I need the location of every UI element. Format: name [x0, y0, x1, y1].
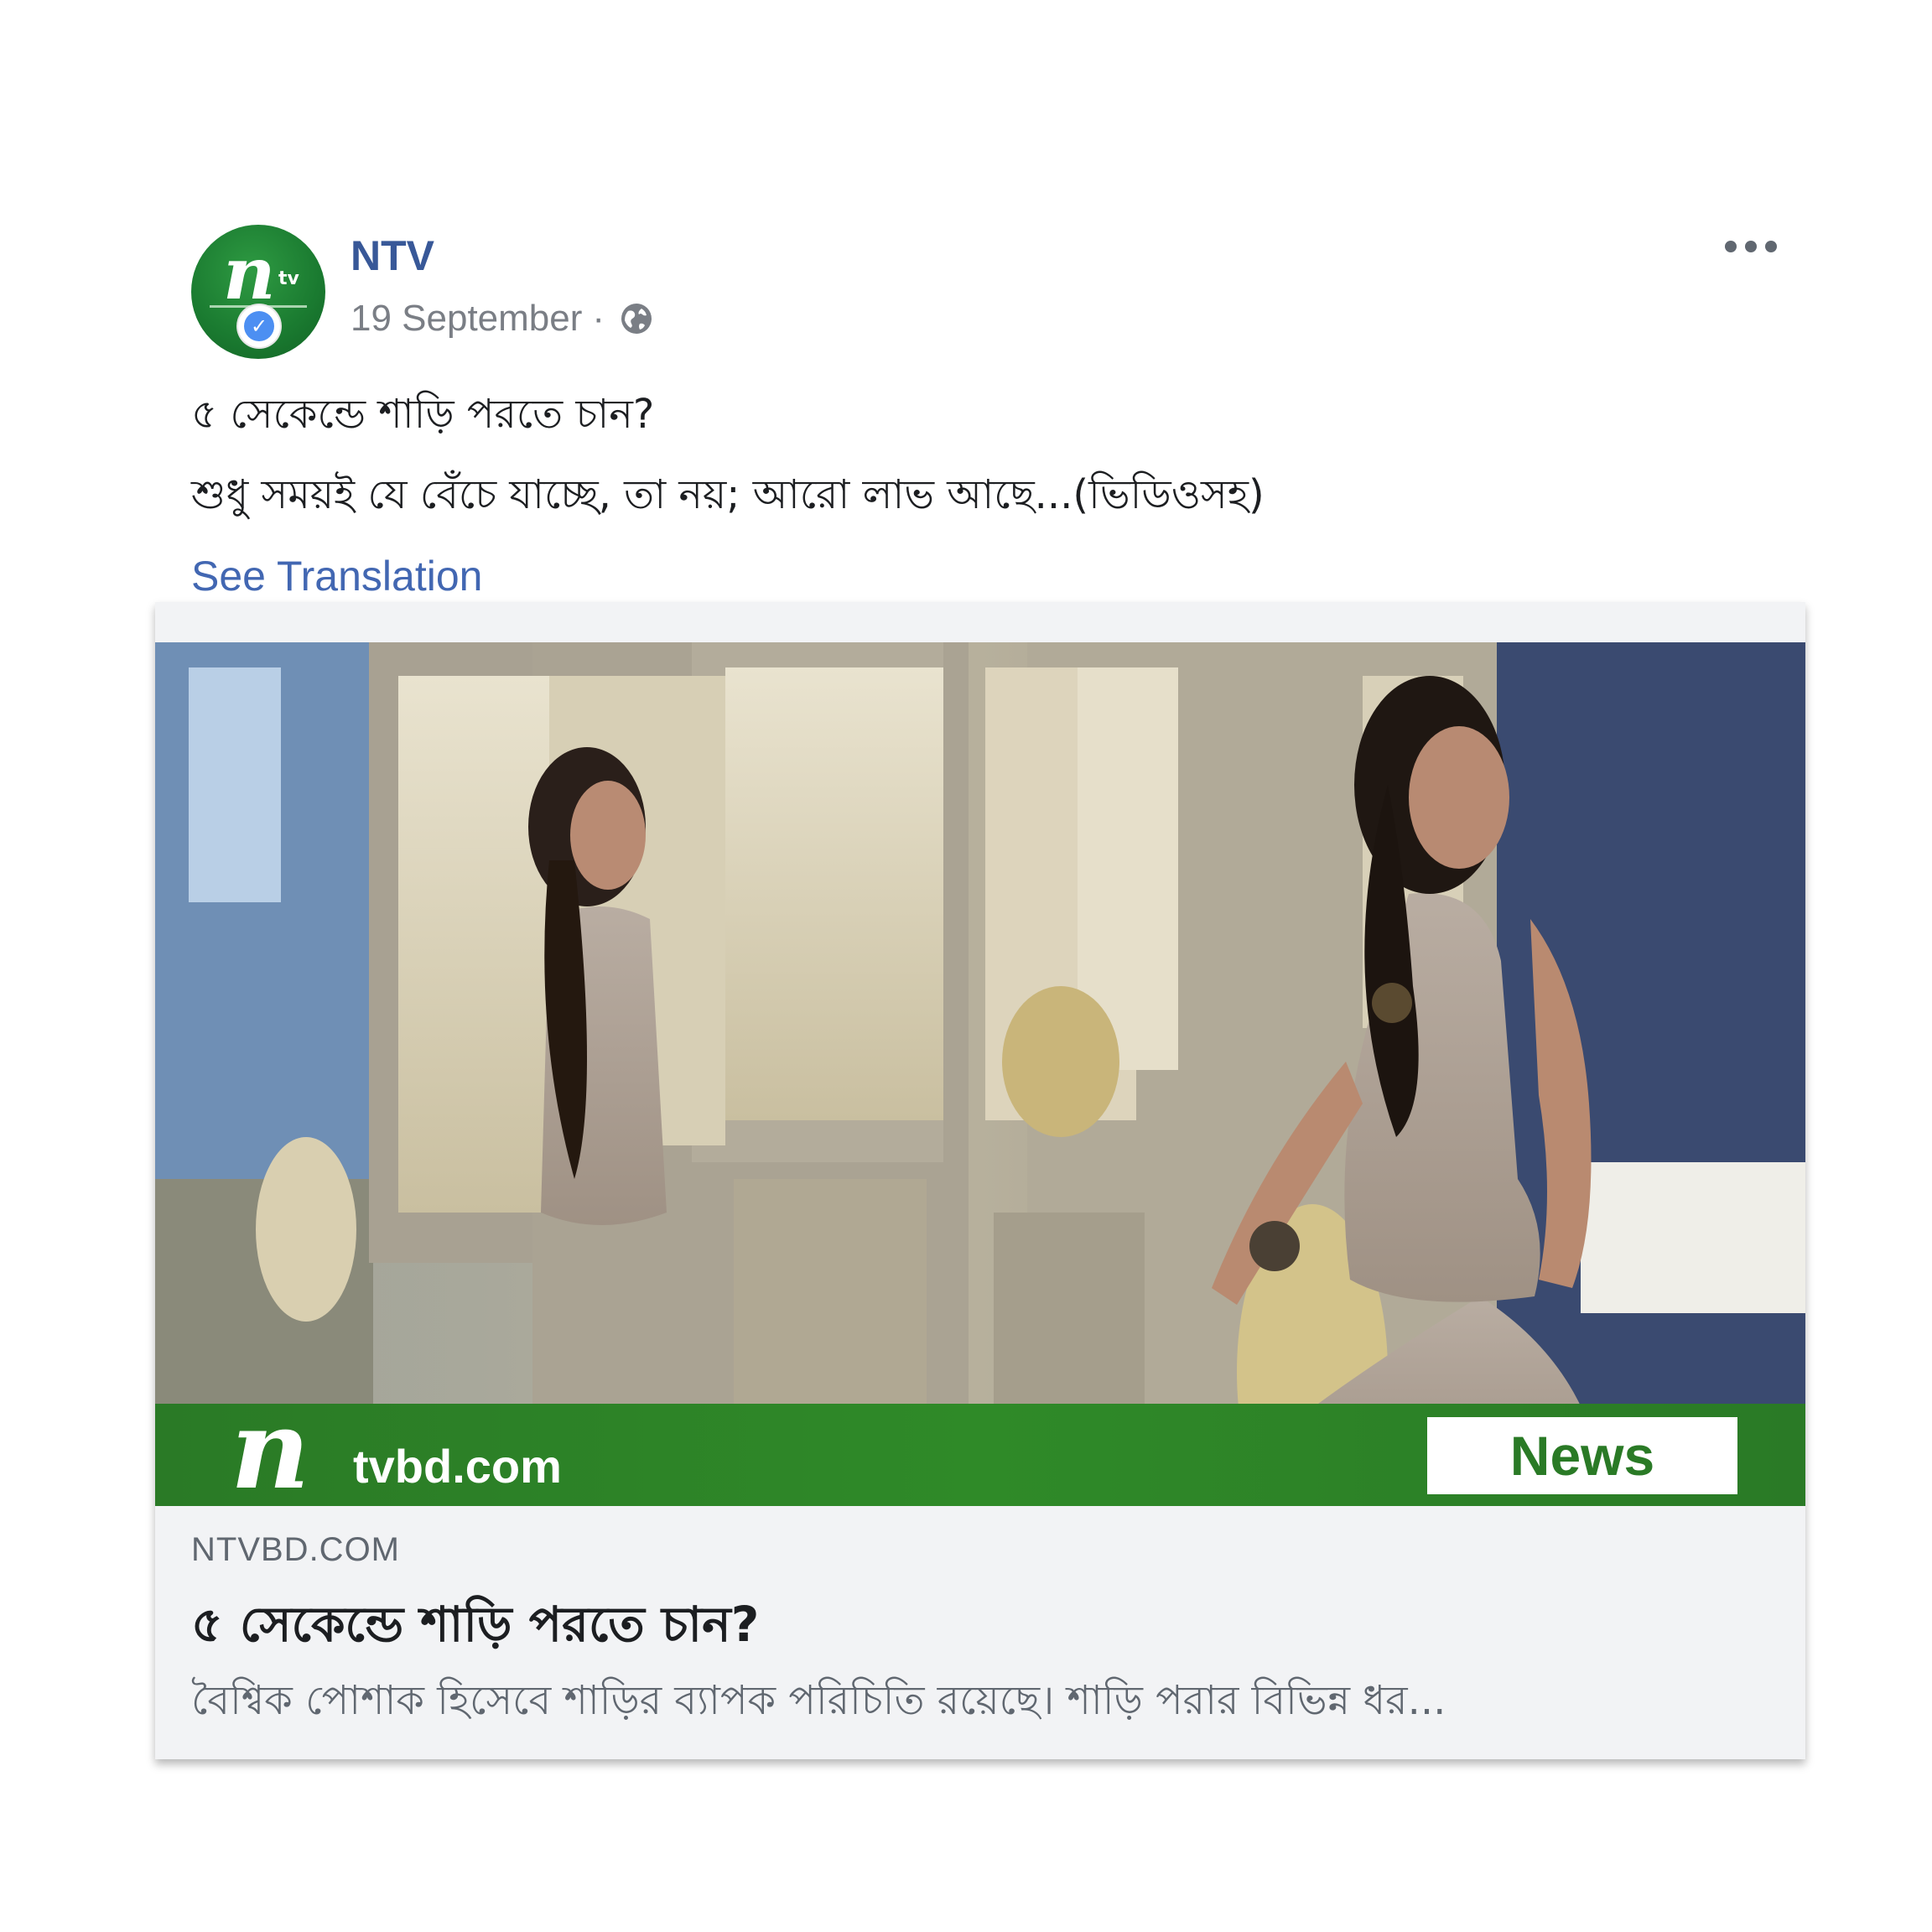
meta-separator: · — [592, 298, 605, 339]
page-name-link[interactable]: NTV — [351, 231, 434, 280]
verified-badge-icon: ✓ — [238, 305, 280, 347]
link-preview-image[interactable] — [155, 642, 1805, 1506]
banner-logo-mark: n — [231, 1385, 309, 1514]
news-badge: News — [1427, 1417, 1737, 1494]
link-title[interactable]: ৫ সেকেন্ডে শাড়ি পরতে চান? — [191, 1587, 759, 1669]
facebook-post: n tv ✓ NTV 19 September · ৫ সেকেন্ডে শাড… — [0, 0, 1932, 1932]
link-description: বৈশ্বিক পোশাক হিসেবে শাড়ির ব্যাপক পরিচি… — [191, 1677, 1446, 1724]
avatar-logo-mark: n — [223, 231, 275, 316]
link-preview-card[interactable]: NTVBD.COM ৫ সেকেন্ডে শাড়ি পরতে চান? বৈশ… — [155, 602, 1805, 1759]
more-options-icon[interactable] — [1722, 236, 1779, 257]
post-message-line: শুধু সময়ই যে বেঁচে যাচ্ছে, তা নয়; আরো … — [191, 471, 1265, 518]
banner-logo-domain: tvbd.com — [353, 1440, 562, 1493]
post-date-link[interactable]: 19 September — [351, 298, 582, 340]
avatar-logo-suffix: tv — [278, 268, 299, 289]
link-domain: NTVBD.COM — [191, 1531, 400, 1568]
post-meta: 19 September · — [351, 298, 657, 340]
globe-icon[interactable] — [616, 299, 657, 339]
image-brand-banner: n tvbd.com News — [155, 1385, 1805, 1514]
post-message-line: ৫ সেকেন্ডে শাড়ি পরতে চান? — [191, 391, 655, 438]
see-translation-link[interactable]: See Translation — [191, 552, 482, 600]
